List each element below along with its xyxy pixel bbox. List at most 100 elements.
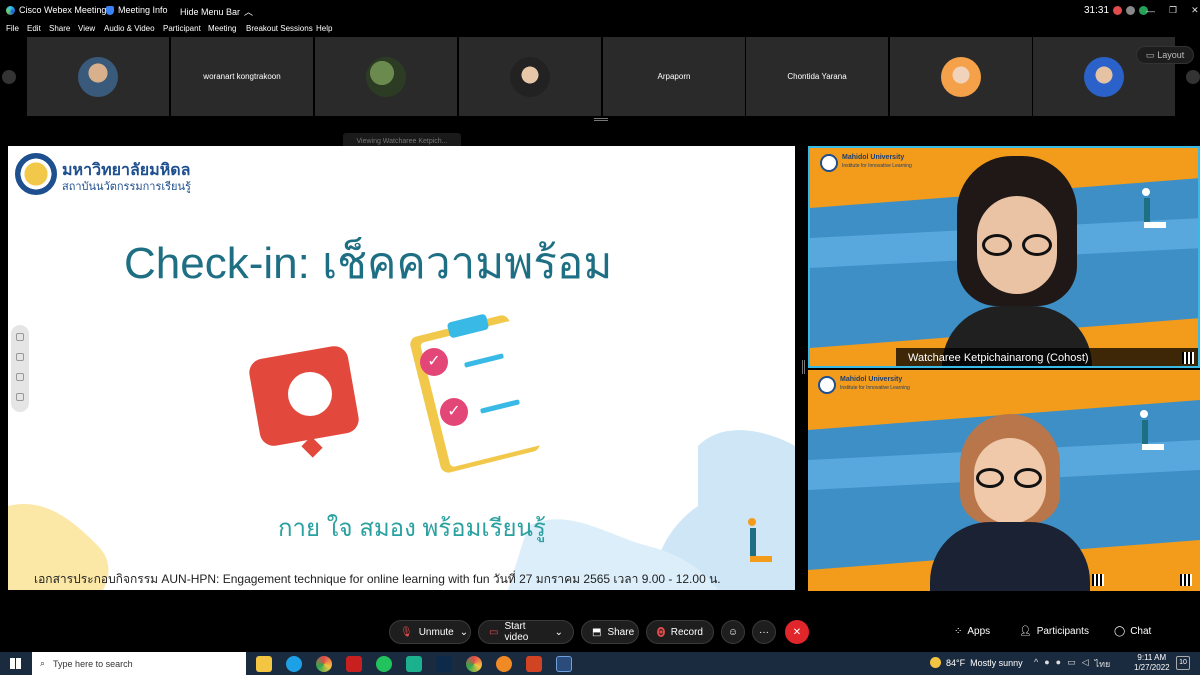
phone-app-icon[interactable] [406,656,422,672]
acrobat-icon[interactable] [346,656,362,672]
layout-label: Layout [1157,50,1185,60]
menu-audio-video[interactable]: Audio & Video [104,24,155,33]
video-tile[interactable]: Mahidol University Institute for Innovat… [808,370,1200,591]
share-label: Share [607,626,635,638]
photoshop-icon[interactable] [436,656,452,672]
annotate-icon[interactable] [16,333,24,341]
hide-menu-bar-label: Hide Menu Bar [180,6,241,17]
checklist-clipboard-icon: ✓ ✓ [408,313,560,478]
avatar [941,56,981,97]
powerpoint-icon[interactable] [526,656,542,672]
chevron-down-icon[interactable]: ⌄ [555,627,563,638]
layout-button[interactable]: ▭ Layout [1136,46,1194,64]
innovative-learning-logo [1132,188,1172,238]
video-tile-active-speaker[interactable]: Mahidol University Institute for Innovat… [808,146,1200,368]
pointer-icon[interactable] [16,353,24,361]
close-window-icon[interactable]: ✕ [1191,5,1199,16]
webex-taskbar-icon[interactable] [556,656,572,672]
recording-status-icon [1113,6,1123,15]
qr-code-icon [1092,574,1104,586]
annotation-toolbar [11,325,29,412]
person-figure [942,156,1092,366]
more-options-button[interactable]: ··· [752,620,776,644]
app-icon[interactable] [496,656,512,672]
apps-button[interactable]: ⁘ Apps [954,626,990,637]
record-icon [657,627,665,637]
webex-tray-icon[interactable]: ● [1056,657,1061,671]
app-title: Cisco Webex Meetings [6,5,111,15]
search-icon: ⌕ [40,658,46,668]
shield-icon [106,5,114,15]
qr-code-icon [1182,352,1194,364]
participant-tile[interactable]: Chontida Yarana [746,37,888,116]
share-button[interactable]: ⬒ Share [581,620,639,644]
participant-tile[interactable]: Arpaporn [603,37,745,116]
chrome-profile-icon[interactable] [466,656,482,672]
menu-edit[interactable]: Edit [27,24,41,33]
slide-title: Check-in: เช็คความพร้อม [124,239,613,288]
microphone-icon[interactable]: ● [1044,657,1049,671]
participant-tile[interactable]: woranart kongtrakoon [171,37,313,116]
menu-help[interactable]: Help [316,24,332,33]
meeting-timer: 31:31 [1084,5,1149,16]
zoom-out-icon[interactable] [16,393,24,401]
clock[interactable]: 9:11 AM 1/27/2022 [1134,653,1170,673]
camera-off-icon: ▭ [489,626,499,638]
participants-button[interactable]: 👤︎ Participants [1019,626,1089,637]
meeting-info-button[interactable]: Meeting Info [106,5,168,15]
viewing-text: Viewing Watcharee Ketpich... [356,137,448,145]
participant-tile[interactable] [890,37,1032,116]
participant-tile[interactable] [27,37,169,116]
network-icon[interactable]: ▭ [1067,657,1076,671]
file-explorer-icon[interactable] [256,656,272,672]
notification-count: 10 [1179,659,1187,666]
menu-share[interactable]: Share [49,24,70,33]
chevron-up-icon[interactable]: ^ [1034,657,1038,671]
taskbar-search-box[interactable]: ⌕ Type here to search [32,652,246,675]
menu-view[interactable]: View [78,24,95,33]
leave-meeting-button[interactable]: ✕ [785,620,809,644]
menu-meeting[interactable]: Meeting [208,24,236,33]
menu-file[interactable]: File [6,24,19,33]
splitter-handle[interactable] [594,118,608,121]
avatar [1084,56,1124,97]
unmute-label: Unmute [418,626,454,638]
panel-resize-handle[interactable] [802,360,805,374]
chat-button[interactable]: ◯ Chat [1114,626,1151,637]
edge-icon[interactable] [286,656,302,672]
chrome-icon[interactable] [316,656,332,672]
chevron-down-icon[interactable]: ⌄ [460,627,468,638]
windows-start-icon[interactable] [10,658,21,669]
zoom-in-icon[interactable] [16,373,24,381]
close-icon: ✕ [792,626,802,638]
menu-participant[interactable]: Participant [163,24,201,33]
minimize-icon[interactable]: — [1146,6,1155,16]
menu-breakout-sessions[interactable]: Breakout Sessions [246,24,313,33]
hide-menu-bar-button[interactable]: Hide Menu Bar ︿ [180,5,253,18]
line-icon[interactable] [376,656,392,672]
share-screen-icon: ⬒ [592,626,602,638]
participant-tile[interactable] [315,37,457,116]
mahidol-badge-icon [818,376,836,394]
person-figure [930,414,1090,591]
strip-next-button[interactable] [1186,70,1200,84]
record-button[interactable]: Record [646,620,714,644]
notification-center-button[interactable]: 10 [1176,656,1190,670]
more-icon: ··· [759,626,769,638]
participant-tile[interactable] [459,37,601,116]
weather-widget[interactable]: 84°F Mostly sunny [930,657,1023,668]
participants-label: Participants [1036,626,1089,637]
video-bg-sub: Institute for Innovative Learning [842,163,912,169]
webex-window: Cisco Webex Meetings Meeting Info Hide M… [0,0,1200,675]
restore-icon[interactable]: ❐ [1169,5,1177,16]
language-indicator[interactable]: ไทย [1095,657,1111,671]
weather-temp: 84°F [946,657,966,668]
reactions-button[interactable]: ☺ [721,620,745,644]
meeting-info-label: Meeting Info [118,5,168,15]
chat-label: Chat [1130,626,1152,637]
unmute-button[interactable]: 🎙︎ Unmute ⌄ [389,620,471,644]
speaker-icon[interactable]: ◁ [1082,657,1089,671]
strip-prev-button[interactable] [2,70,16,84]
innovative-learning-logo [1130,410,1170,460]
start-video-button[interactable]: ▭ Start video ⌄ [478,620,574,644]
